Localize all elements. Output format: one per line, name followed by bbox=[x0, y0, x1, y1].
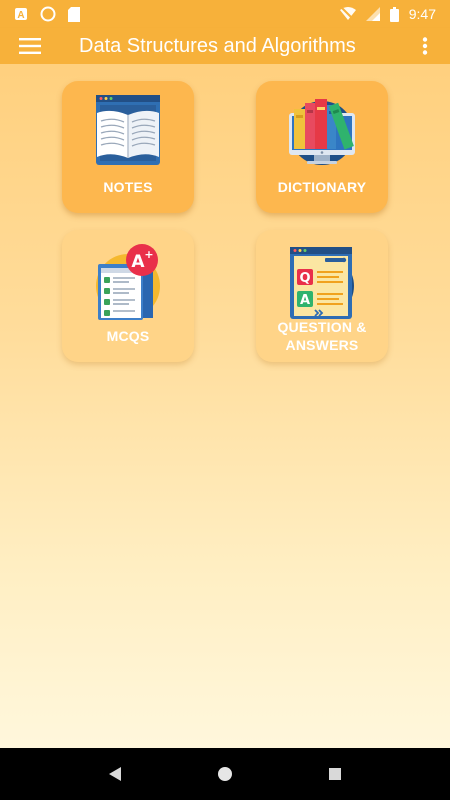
tile-notes-label: NOTES bbox=[103, 179, 153, 195]
a-plus-checklist-icon: A + bbox=[96, 244, 160, 320]
tile-question-answers-label-line1: QUESTION & bbox=[277, 319, 367, 335]
main-content: NOTES DICTIONARY A + MCQS Q A QUESTION &… bbox=[0, 64, 450, 748]
tile-mcqs[interactable]: A + MCQS bbox=[62, 230, 194, 362]
books-on-monitor-icon bbox=[289, 99, 355, 165]
app-bar: Data Structures and Algorithms bbox=[0, 28, 450, 64]
status-time: 9:47 bbox=[408, 6, 436, 22]
svg-text:A: A bbox=[131, 252, 145, 272]
back-triangle-icon bbox=[109, 767, 121, 781]
tile-question-answers-label: QUESTION & ANSWERS bbox=[256, 318, 388, 354]
app-title: Data Structures and Algorithms bbox=[79, 34, 356, 57]
signal-icon bbox=[365, 7, 380, 21]
q-and-a-document-icon: Q A bbox=[290, 247, 354, 319]
tile-mcqs-label: MCQS bbox=[106, 328, 150, 344]
recents-square-icon bbox=[329, 768, 341, 780]
home-circle-icon bbox=[218, 767, 232, 781]
menu-button[interactable] bbox=[0, 28, 60, 64]
svg-text:A: A bbox=[300, 293, 310, 308]
open-book-icon bbox=[96, 95, 160, 165]
svg-text:+: + bbox=[144, 248, 153, 261]
circle-icon bbox=[40, 6, 56, 22]
tile-dictionary-label: DICTIONARY bbox=[277, 179, 367, 195]
hamburger-menu-icon bbox=[19, 38, 41, 54]
tile-dictionary[interactable]: DICTIONARY bbox=[256, 81, 388, 213]
system-nav-bar bbox=[0, 748, 450, 800]
svg-text:Q: Q bbox=[299, 271, 310, 286]
recents-button[interactable] bbox=[315, 754, 355, 794]
more-vert-icon bbox=[422, 37, 428, 55]
back-button[interactable] bbox=[95, 754, 135, 794]
tile-notes[interactable]: NOTES bbox=[62, 81, 194, 213]
more-options-button[interactable] bbox=[400, 28, 450, 64]
status-bar: A 9:47 bbox=[0, 0, 450, 28]
wifi-icon bbox=[339, 7, 356, 21]
tile-question-answers-label-line2: ANSWERS bbox=[285, 337, 359, 353]
svg-text:A: A bbox=[17, 10, 24, 21]
battery-icon bbox=[389, 6, 399, 22]
home-button[interactable] bbox=[205, 754, 245, 794]
sd-card-icon bbox=[68, 6, 80, 22]
notification-a-icon: A bbox=[15, 8, 27, 21]
tile-question-answers[interactable]: Q A QUESTION & ANSWERS bbox=[256, 230, 388, 362]
